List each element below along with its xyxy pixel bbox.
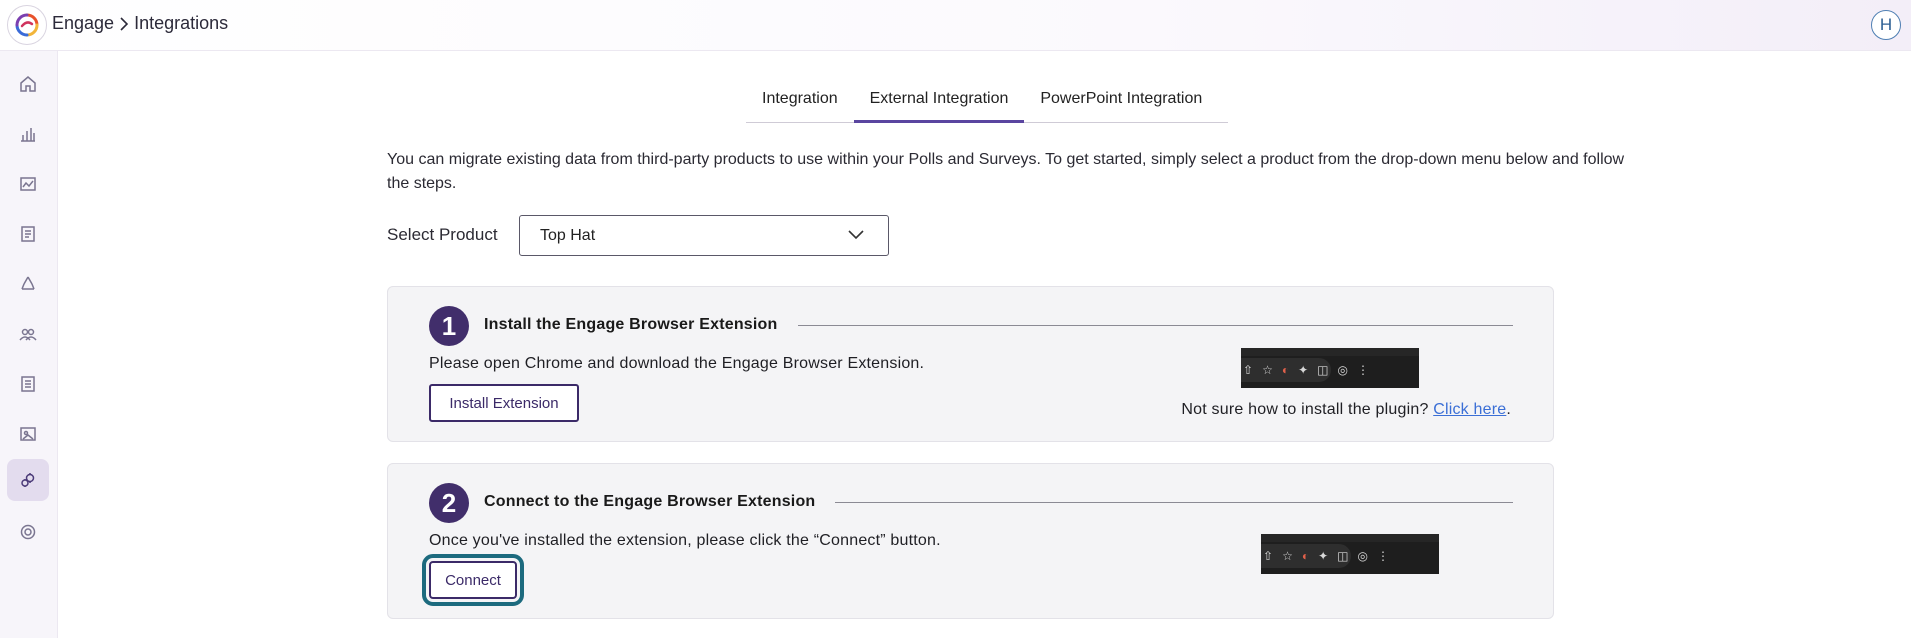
tab-powerpoint-integration[interactable]: PowerPoint Integration bbox=[1024, 82, 1218, 123]
step-title: Connect to the Engage Browser Extension bbox=[484, 493, 816, 510]
document-icon bbox=[21, 376, 35, 392]
engage-extension-icon: ◐ bbox=[1281, 363, 1290, 377]
browser-toolbar-image: ⇧ ☆ ◐ ✦ ◫ ◎ ⋮ bbox=[1261, 534, 1439, 574]
sidebar bbox=[0, 51, 58, 638]
chevron-right-icon bbox=[120, 16, 129, 31]
sidebar-item-documents[interactable] bbox=[7, 363, 49, 405]
tab-integration[interactable]: Integration bbox=[746, 82, 854, 123]
home-icon bbox=[20, 76, 36, 92]
chevron-down-icon bbox=[848, 230, 864, 240]
help-prompt: Not sure how to install the plugin? bbox=[1181, 401, 1429, 418]
sidebar-item-gallery[interactable] bbox=[7, 413, 49, 455]
logo-icon bbox=[15, 13, 39, 37]
sidebar-item-integrations[interactable] bbox=[7, 459, 49, 501]
toolbar-icons: ⇧ ☆ ◐ ✦ ◫ ◎ ⋮ bbox=[1241, 359, 1419, 381]
report-icon bbox=[21, 226, 35, 242]
divider bbox=[798, 325, 1513, 326]
integrations-icon bbox=[21, 473, 35, 487]
star-icon: ☆ bbox=[1282, 549, 1293, 563]
top-bar: Engage Integrations H bbox=[0, 0, 1911, 51]
sidebar-item-analytics[interactable] bbox=[7, 163, 49, 205]
tab-external-integration[interactable]: External Integration bbox=[853, 82, 1025, 123]
breadcrumb-app[interactable]: Engage bbox=[52, 13, 114, 34]
sidebar-item-charts[interactable] bbox=[7, 113, 49, 155]
step-card-connect: 2 Connect to the Engage Browser Extensio… bbox=[387, 463, 1554, 619]
step-description: Once you've installed the extension, ple… bbox=[429, 532, 941, 549]
profile-icon: ◎ bbox=[1357, 549, 1368, 563]
connect-button[interactable]: Connect bbox=[422, 554, 524, 606]
browser-toolbar-image: ⇧ ☆ ◐ ✦ ◫ ◎ ⋮ bbox=[1241, 348, 1419, 388]
puzzle-icon: ✦ bbox=[1298, 363, 1309, 377]
integration-tabs: Integration External Integration PowerPo… bbox=[746, 82, 1228, 123]
click-here-link[interactable]: Click here bbox=[1433, 401, 1506, 418]
step-card-install: 1 Install the Engage Browser Extension P… bbox=[387, 286, 1554, 442]
product-select-value: Top Hat bbox=[540, 226, 596, 244]
sidebar-item-reports[interactable] bbox=[7, 213, 49, 255]
bar-chart-icon bbox=[21, 128, 35, 142]
users-icon bbox=[19, 328, 37, 341]
step-number: 2 bbox=[429, 483, 469, 523]
puzzle-icon: ✦ bbox=[1318, 549, 1329, 563]
gallery-icon bbox=[20, 427, 36, 441]
more-icon: ⋮ bbox=[1356, 363, 1369, 377]
analytics-icon bbox=[20, 177, 36, 191]
product-select[interactable]: Top Hat bbox=[519, 215, 889, 256]
profile-icon: ◎ bbox=[1337, 363, 1348, 377]
toolbar-icons: ⇧ ☆ ◐ ✦ ◫ ◎ ⋮ bbox=[1261, 545, 1439, 567]
settings-icon bbox=[20, 524, 36, 540]
engage-logo[interactable] bbox=[7, 5, 47, 45]
step-number: 1 bbox=[429, 306, 469, 346]
engage-extension-icon: ◐ bbox=[1301, 549, 1310, 563]
more-icon: ⋮ bbox=[1376, 549, 1389, 563]
sidebar-item-home[interactable] bbox=[7, 63, 49, 105]
user-avatar[interactable]: H bbox=[1871, 10, 1901, 40]
breadcrumb: Engage Integrations bbox=[52, 13, 228, 34]
intro-text: You can migrate existing data from third… bbox=[387, 151, 1625, 192]
select-product-label: Select Product bbox=[387, 225, 498, 244]
star-icon: ☆ bbox=[1262, 363, 1273, 377]
sidepanel-icon: ◫ bbox=[1337, 549, 1349, 563]
sidebar-item-users[interactable] bbox=[7, 313, 49, 355]
recycle-icon bbox=[21, 276, 35, 290]
step-description: Please open Chrome and download the Enga… bbox=[429, 355, 925, 372]
sidebar-item-settings[interactable] bbox=[7, 511, 49, 553]
help-suffix: . bbox=[1506, 401, 1511, 418]
sidepanel-icon: ◫ bbox=[1317, 363, 1329, 377]
install-help-text: Not sure how to install the plugin? Clic… bbox=[1181, 401, 1511, 419]
step-title: Install the Engage Browser Extension bbox=[484, 316, 778, 333]
share-icon: ⇧ bbox=[1243, 363, 1254, 377]
sidebar-item-recycle[interactable] bbox=[7, 263, 49, 305]
breadcrumb-page: Integrations bbox=[134, 13, 229, 33]
divider bbox=[835, 502, 1513, 503]
install-extension-button[interactable]: Install Extension bbox=[429, 384, 579, 422]
share-icon: ⇧ bbox=[1263, 549, 1274, 563]
